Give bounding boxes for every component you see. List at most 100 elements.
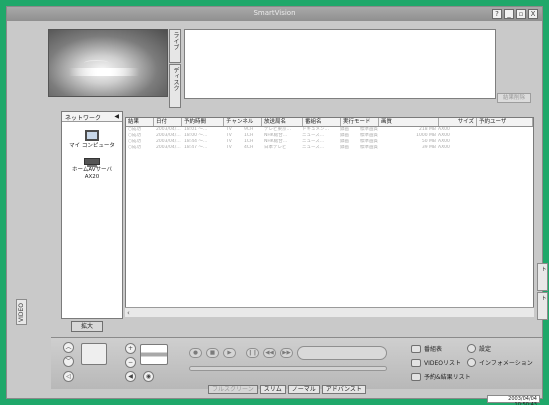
mute-icon[interactable]: ◁	[63, 371, 74, 382]
column-header[interactable]: 予約ユーザ	[477, 118, 533, 126]
table-cell: 録画	[340, 145, 349, 150]
tab-reservation-list-label: 予約リスト	[540, 295, 549, 317]
surround-icon[interactable]: ◉	[143, 371, 154, 382]
volume-display	[140, 344, 168, 365]
zoom-button[interactable]: 拡大	[71, 321, 103, 332]
tab-disk-label: ディスク	[172, 67, 179, 91]
channel-up-icon[interactable]: ︿	[63, 342, 74, 353]
reservation-list-icon	[411, 372, 421, 381]
settings-icon	[467, 344, 476, 353]
fast-forward-icon[interactable]: ▶▶	[280, 348, 293, 358]
tab-reservation-list[interactable]: 予約リスト	[537, 292, 549, 320]
menu-label: インフォメーション	[479, 360, 533, 367]
network-header[interactable]: ネットワーク ◀	[62, 112, 122, 122]
table-cell: 4CH	[244, 145, 254, 150]
column-header[interactable]: 番組名	[303, 118, 341, 126]
menu-tv-guide[interactable]: 番組表	[411, 344, 442, 353]
column-header[interactable]: 日付	[154, 118, 182, 126]
collapse-arrow-icon[interactable]: ◀	[114, 113, 119, 120]
device-label: ホームAVサーバ AX20	[72, 167, 112, 180]
column-header[interactable]: 画質	[379, 118, 439, 126]
stop-icon[interactable]: ■	[206, 348, 219, 358]
status-datetime: 2003/04/04 10:50:43	[487, 395, 540, 405]
time-display	[297, 346, 387, 360]
volume-up-icon[interactable]: +	[125, 343, 136, 354]
video-tab[interactable]: VIDEO	[16, 299, 27, 325]
pause-icon[interactable]: ❙❙	[246, 348, 259, 358]
view-mode-bar: フルスクリーン スリム ノーマル アドバンスト	[208, 385, 378, 394]
table-cell: 2003/04/…	[156, 145, 181, 150]
seek-bar[interactable]	[189, 366, 387, 371]
column-header[interactable]: 放送局名	[262, 118, 303, 126]
table-cell: TV	[226, 145, 232, 150]
rewind-icon[interactable]: ◀◀	[263, 348, 276, 358]
table-cell: 18:47 ～…	[184, 145, 208, 150]
record-icon[interactable]: ●	[189, 348, 202, 358]
table-cell: ニュース…	[302, 145, 325, 150]
table-header: 結果 日付 予約時間 チャンネル 放送局名 番組名 実行モード 画質 サイズ 予…	[126, 118, 533, 127]
right-side-tabs: 結果リスト 予約リスト	[537, 263, 549, 321]
table-cell: AX00	[438, 145, 450, 150]
information-icon	[467, 358, 476, 367]
table-row[interactable]: ○成功 2003/04/… 18:47 ～… TV 4CH 日本テレビ ニュース… 録画 標準画…	[126, 145, 533, 151]
device-label: マイ コンピュータ	[69, 143, 115, 149]
audio-icon[interactable]: ◀	[125, 371, 136, 382]
table-body: ○成功 2003/04/… 18:01 ～… TV 9CH テレビ東京… ドキュメン… 録画標…	[126, 127, 533, 151]
menu-label: VIDEOリスト	[424, 360, 462, 367]
app-frame: SmartVision ? _ ▫ X VIDEO ライブ ディスク 結果削除 …	[0, 0, 549, 405]
menu-information[interactable]: インフォメーション	[467, 358, 533, 367]
tab-disk[interactable]: ディスク	[169, 64, 181, 108]
preview-side-tabs: ライブ ディスク	[169, 29, 181, 109]
menu-settings[interactable]: 設定	[467, 344, 491, 353]
result-delete-button[interactable]: 結果削除	[497, 93, 531, 103]
column-header[interactable]: 予約時間	[182, 118, 224, 126]
network-header-label: ネットワーク	[65, 115, 102, 122]
column-header[interactable]: 結果	[126, 118, 154, 126]
menu-video-list[interactable]: VIDEOリスト	[411, 358, 461, 367]
minimize-button[interactable]: _	[504, 9, 514, 19]
horizontal-scrollbar[interactable]: ‹	[125, 307, 534, 317]
window-title: SmartVision	[253, 9, 296, 17]
menu-label: 設定	[479, 346, 492, 353]
mode-fullscreen[interactable]: フルスクリーン	[208, 385, 258, 394]
table-cell: 標準画質	[360, 145, 378, 150]
device-home-av-server[interactable]: ホームAVサーバ AX20	[62, 158, 122, 181]
column-header[interactable]: 実行モード	[341, 118, 379, 126]
close-button[interactable]: X	[528, 9, 538, 19]
window-buttons: ? _ ▫ X	[492, 9, 538, 19]
column-header[interactable]: サイズ	[439, 118, 477, 126]
info-panel	[184, 29, 496, 99]
mode-normal[interactable]: ノーマル	[287, 385, 320, 394]
title-bar: SmartVision ? _ ▫ X	[7, 7, 542, 21]
channel-down-icon[interactable]: ﹀	[63, 356, 74, 367]
tv-guide-icon	[411, 344, 421, 353]
table-cell: ○成功	[128, 145, 141, 150]
mode-advanced[interactable]: アドバンスト	[321, 385, 366, 394]
control-bar: ︿ ﹀ ◁ + − ◀ ◉ ● ■ ▶ ❙❙ ◀◀ ▶▶ 番組表 設定 VIDE…	[51, 337, 542, 389]
device-my-computer[interactable]: マイ コンピュータ	[62, 130, 122, 150]
av-server-icon	[84, 158, 100, 167]
menu-label: 予約&結果リスト	[424, 374, 471, 381]
scroll-left-icon[interactable]: ‹	[127, 309, 130, 317]
results-table: 結果 日付 予約時間 チャンネル 放送局名 番組名 実行モード 画質 サイズ 予…	[125, 117, 534, 317]
volume-down-icon[interactable]: −	[125, 357, 136, 368]
play-icon[interactable]: ▶	[223, 348, 236, 358]
tab-result-list[interactable]: 結果リスト	[537, 263, 549, 291]
video-tab-label: VIDEO	[18, 303, 25, 323]
tab-live[interactable]: ライブ	[169, 29, 181, 63]
column-header[interactable]: チャンネル	[224, 118, 262, 126]
restore-button[interactable]: ▫	[516, 9, 526, 19]
computer-icon	[85, 130, 99, 141]
channel-display	[81, 343, 107, 365]
app-window: SmartVision ? _ ▫ X VIDEO ライブ ディスク 結果削除 …	[6, 6, 549, 405]
table-cell: 日本テレビ	[264, 145, 287, 150]
preview-thumbnail	[48, 29, 168, 97]
table-cell: 39 MB	[421, 145, 436, 150]
network-panel: ネットワーク ◀ マイ コンピュータ ホームAVサーバ AX20	[61, 111, 123, 319]
menu-label: 番組表	[424, 346, 443, 353]
tab-result-list-label: 結果リスト	[540, 266, 549, 288]
menu-reservation-list[interactable]: 予約&結果リスト	[411, 372, 471, 381]
video-list-icon	[411, 358, 421, 367]
mode-slim[interactable]: スリム	[259, 385, 286, 394]
help-button[interactable]: ?	[492, 9, 502, 19]
